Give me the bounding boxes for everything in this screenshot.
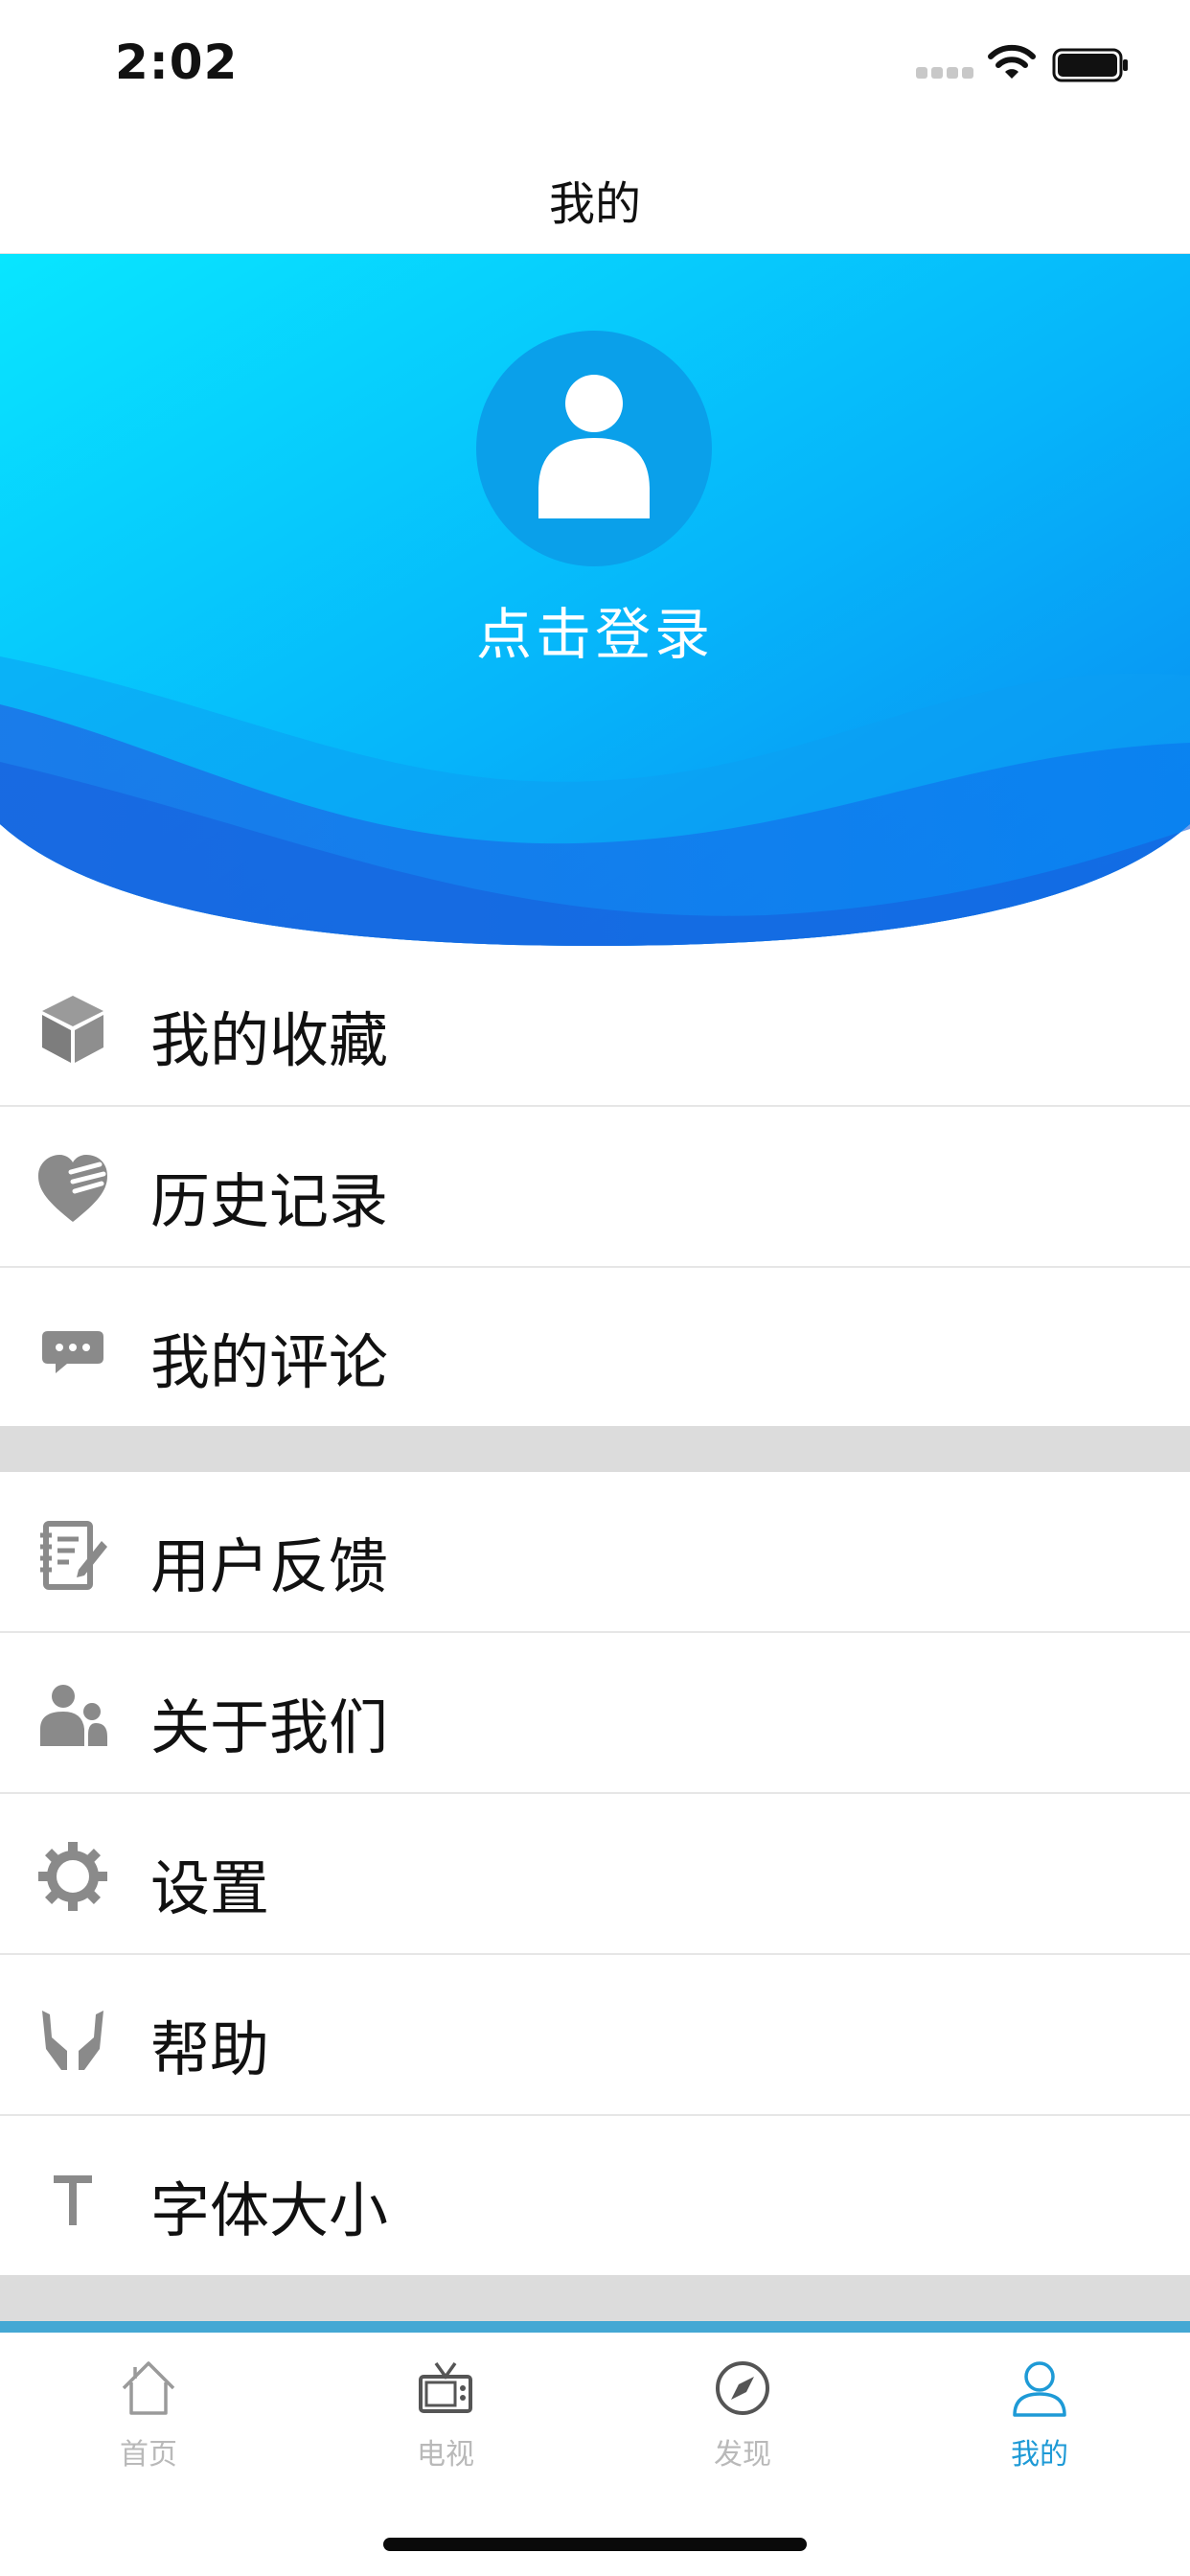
user-silhouette-icon (538, 375, 650, 518)
menu-item-about-us[interactable]: 关于我们 (0, 1633, 1190, 1794)
tab-label: 电视 (417, 2438, 474, 2472)
menu-item-favorites[interactable]: 我的收藏 (0, 946, 1190, 1107)
battery-icon (1052, 48, 1128, 82)
menu-label: 用户反馈 (150, 1531, 389, 1601)
heart-note-icon (36, 1153, 109, 1226)
menu-item-settings[interactable]: 设置 (0, 1794, 1190, 1955)
box-icon (36, 992, 109, 1065)
tv-icon (419, 2361, 472, 2413)
avatar[interactable] (476, 331, 712, 566)
login-link[interactable]: 点击登录 (0, 589, 1190, 670)
tab-tv[interactable]: 电视 (350, 2358, 541, 2482)
nav-bar: 我的 (0, 129, 1190, 254)
status-bar: 2:02 (0, 0, 1190, 129)
wifi-icon (988, 44, 1036, 79)
menu-label: 关于我们 (150, 1692, 389, 1762)
tab-mine[interactable]: 我的 (944, 2358, 1135, 2482)
menu-item-help[interactable]: 帮助 (0, 1955, 1190, 2116)
tab-home[interactable]: 首页 (53, 2358, 244, 2482)
tab-label: 我的 (1011, 2438, 1068, 2472)
menu-label: 我的收藏 (150, 1005, 389, 1075)
compass-icon (716, 2361, 769, 2415)
menu-group-primary: 我的收藏 历史记录 我的评论 (0, 946, 1190, 1429)
menu-label: 字体大小 (150, 2175, 389, 2245)
menu-label: 历史记录 (150, 1166, 389, 1236)
text-size-icon (36, 2162, 109, 2235)
menu-item-comments[interactable]: 我的评论 (0, 1268, 1190, 1429)
tab-bar-accent-line (0, 2321, 1190, 2333)
page-title: 我的 (548, 177, 641, 231)
tab-discover[interactable]: 发现 (647, 2358, 838, 2482)
cellular-signal-icon (916, 67, 973, 82)
menu-group-secondary: 用户反馈 关于我们 设置 帮助 字体大小 (0, 1472, 1190, 2277)
notebook-pen-icon (36, 1518, 109, 1591)
menu-label: 帮助 (150, 2014, 270, 2084)
home-icon (122, 2361, 175, 2415)
tab-label: 发现 (714, 2438, 771, 2472)
profile-header: 点击登录 (0, 254, 1190, 946)
gear-icon (36, 1840, 109, 1913)
menu-label: 设置 (150, 1853, 270, 1923)
menu-item-font-size[interactable]: 字体大小 (0, 2116, 1190, 2277)
chat-bubble-icon (36, 1314, 109, 1387)
home-indicator[interactable] (383, 2538, 807, 2551)
menu-label: 我的评论 (150, 1327, 389, 1397)
hands-icon (36, 2001, 109, 2074)
section-divider (0, 2275, 1190, 2321)
menu-item-feedback[interactable]: 用户反馈 (0, 1472, 1190, 1633)
menu-item-history[interactable]: 历史记录 (0, 1107, 1190, 1268)
people-icon (36, 1679, 109, 1752)
status-time: 2:02 (115, 34, 239, 90)
section-divider (0, 1426, 1190, 1472)
person-icon (1013, 2361, 1066, 2417)
tab-label: 首页 (120, 2438, 177, 2472)
